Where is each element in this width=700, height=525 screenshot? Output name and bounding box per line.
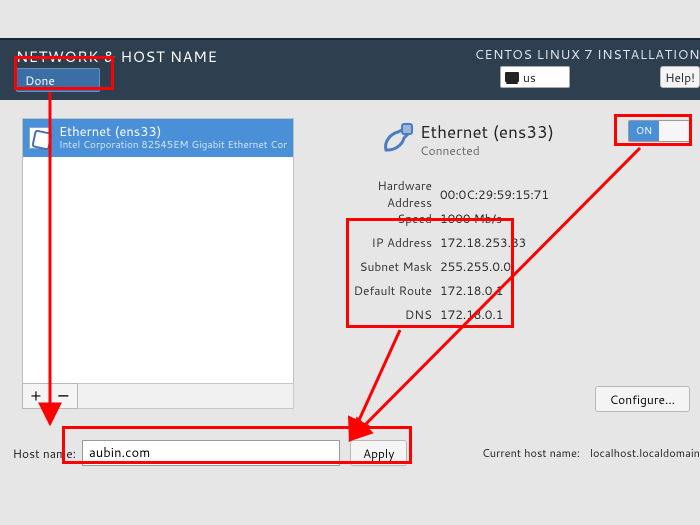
toggle-on-label: ON bbox=[629, 121, 659, 141]
info-row-mask: Subnet Mask 255.255.0.0 bbox=[340, 254, 640, 278]
detail-connection-status: Connected bbox=[420, 142, 480, 159]
pm-filler bbox=[78, 383, 294, 409]
label-route: Default Route bbox=[340, 282, 440, 299]
interface-description: Intel Corporation 82545EM Gigabit Ethern… bbox=[59, 140, 287, 151]
value-mask: 255.255.0.0 bbox=[440, 258, 640, 275]
current-hostname-label: Current host name: bbox=[482, 445, 580, 461]
interface-item-ens33[interactable]: Ethernet (ens33) Intel Corporation 82545… bbox=[23, 119, 293, 157]
ethernet-plug-icon bbox=[380, 120, 414, 154]
interface-add-remove: + − bbox=[22, 383, 294, 409]
label-hwaddr: Hardware Address bbox=[340, 177, 440, 211]
label-speed: Speed bbox=[340, 210, 440, 227]
configure-button[interactable]: Configure... bbox=[595, 386, 690, 412]
value-route: 172.18.0.1 bbox=[440, 282, 640, 299]
value-speed: 1000 Mb/s bbox=[440, 210, 640, 227]
page-title: NETWORK & HOST NAME bbox=[16, 46, 217, 67]
remove-interface-button[interactable]: − bbox=[50, 383, 78, 409]
info-row-speed: Speed 1000 Mb/s bbox=[340, 206, 640, 230]
done-button[interactable]: Done bbox=[16, 68, 100, 92]
ethernet-icon bbox=[29, 127, 51, 149]
current-hostname-value: localhost.localdomain bbox=[590, 445, 700, 461]
info-row-dns: DNS 172.18.0.1 bbox=[340, 302, 640, 326]
network-hostname-screen: NETWORK & HOST NAME Done CENTOS LINUX 7 … bbox=[0, 0, 700, 525]
topbar: NETWORK & HOST NAME Done CENTOS LINUX 7 … bbox=[0, 38, 700, 100]
interface-info-table: Hardware Address 00:0C:29:59:15:71 Speed… bbox=[340, 182, 640, 326]
value-dns: 172.18.0.1 bbox=[440, 306, 640, 323]
toggle-off-side bbox=[659, 121, 689, 141]
topbar-strip bbox=[0, 38, 700, 40]
interface-item-texts: Ethernet (ens33) Intel Corporation 82545… bbox=[59, 125, 287, 150]
info-row-ip: IP Address 172.18.253.83 bbox=[340, 230, 640, 254]
detail-interface-name: Ethernet (ens33) bbox=[420, 120, 554, 144]
installer-title: CENTOS LINUX 7 INSTALLATION bbox=[475, 46, 700, 64]
apply-hostname-button[interactable]: Apply bbox=[350, 440, 407, 466]
keyboard-icon bbox=[505, 72, 519, 82]
label-mask: Subnet Mask bbox=[340, 258, 440, 275]
label-dns: DNS bbox=[340, 306, 440, 323]
help-button[interactable]: Help! bbox=[660, 66, 700, 88]
hostname-label: Host name: bbox=[10, 445, 82, 462]
add-interface-button[interactable]: + bbox=[22, 383, 50, 409]
keyboard-layout-indicator[interactable]: us bbox=[500, 66, 570, 88]
value-ip: 172.18.253.83 bbox=[440, 234, 640, 251]
hostname-input[interactable] bbox=[82, 440, 340, 466]
value-hwaddr: 00:0C:29:59:15:71 bbox=[440, 186, 640, 203]
interface-enable-toggle[interactable]: ON bbox=[628, 120, 690, 142]
interface-list[interactable]: Ethernet (ens33) Intel Corporation 82545… bbox=[22, 118, 294, 384]
info-row-hwaddr: Hardware Address 00:0C:29:59:15:71 bbox=[340, 182, 640, 206]
info-row-route: Default Route 172.18.0.1 bbox=[340, 278, 640, 302]
hostname-row: Host name: Apply Current host name: loca… bbox=[10, 438, 700, 468]
content-area: Ethernet (ens33) Intel Corporation 82545… bbox=[0, 100, 700, 525]
label-ip: IP Address bbox=[340, 234, 440, 251]
keyboard-layout-text: us bbox=[523, 69, 536, 86]
